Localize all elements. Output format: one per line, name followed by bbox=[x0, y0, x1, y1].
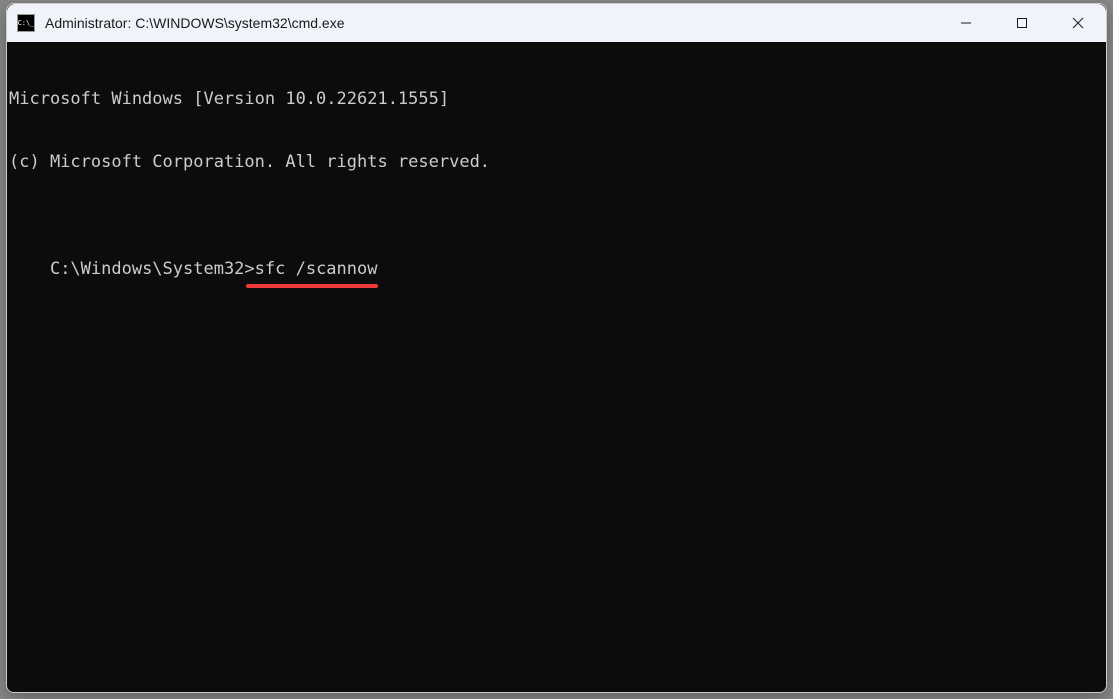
terminal-command: sfc /scannow bbox=[255, 259, 378, 279]
terminal-output-line: (c) Microsoft Corporation. All rights re… bbox=[9, 152, 1104, 173]
minimize-icon bbox=[960, 17, 972, 29]
cmd-icon: C:\_ bbox=[17, 14, 35, 32]
close-icon bbox=[1071, 16, 1085, 30]
terminal-prompt: C:\Windows\System32> bbox=[50, 259, 255, 279]
minimize-button[interactable] bbox=[938, 4, 994, 42]
terminal-blank-line bbox=[9, 216, 1104, 237]
terminal-area[interactable]: Microsoft Windows [Version 10.0.22621.15… bbox=[7, 42, 1106, 692]
maximize-icon bbox=[1016, 17, 1028, 29]
close-button[interactable] bbox=[1050, 4, 1106, 42]
terminal-output-line: Microsoft Windows [Version 10.0.22621.15… bbox=[9, 89, 1104, 110]
cmd-window: C:\_ Administrator: C:\WINDOWS\system32\… bbox=[6, 3, 1107, 693]
titlebar[interactable]: C:\_ Administrator: C:\WINDOWS\system32\… bbox=[7, 4, 1106, 42]
window-title: Administrator: C:\WINDOWS\system32\cmd.e… bbox=[45, 15, 938, 31]
terminal-prompt-line: C:\Windows\System32>sfc /scannow bbox=[50, 259, 378, 280]
annotation-underline bbox=[246, 284, 378, 288]
window-controls bbox=[938, 4, 1106, 42]
maximize-button[interactable] bbox=[994, 4, 1050, 42]
